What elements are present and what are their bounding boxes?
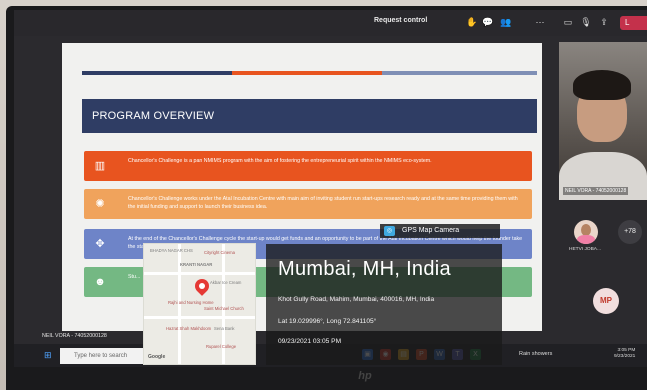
camera-icon[interactable]: ▭ bbox=[562, 16, 574, 28]
slide-stripe-navy bbox=[82, 71, 232, 75]
request-control-button[interactable]: Request control bbox=[374, 17, 427, 24]
map-road bbox=[144, 316, 255, 319]
map-label: Rajhi and Nursing Home bbox=[168, 300, 214, 305]
gps-datetime: 09/23/2021 03:05 PM bbox=[278, 338, 342, 345]
slide-title: PROGRAM OVERVIEW bbox=[82, 99, 537, 133]
clock-date: 9/23/2021 bbox=[614, 354, 636, 359]
gps-app-name: GPS Map Camera bbox=[402, 227, 460, 234]
participant-avatar-hetvi[interactable] bbox=[574, 220, 598, 244]
photo-backdrop: hp Request control ✋ 💬 👥 ⋯ ▭ 🎙 ⇪ L PROGR… bbox=[0, 0, 647, 390]
participant-name-hetvi: HETVI JOBA... bbox=[569, 247, 601, 252]
lightbulb-icon: ✺ bbox=[95, 198, 105, 210]
slide-row-text: Chancellor's Challenge is a pan NMIMS pr… bbox=[128, 158, 432, 164]
slide-stripe-orange bbox=[232, 71, 382, 75]
mic-icon[interactable]: 🎙 bbox=[580, 16, 592, 28]
gps-camera-logo-icon: ◎ bbox=[384, 226, 395, 236]
map-label: BHADYA NAGAR CHS bbox=[150, 248, 193, 253]
map-label: Akbar Ice Cream bbox=[210, 280, 242, 285]
map-label: Sena Bank bbox=[214, 326, 235, 331]
slide-row-text: Chancellor's Challenge works under the A… bbox=[128, 196, 518, 210]
slide-row-1: ▥ Chancellor's Challenge is a pan NMIMS … bbox=[84, 151, 532, 181]
map-label: Hazrat Shah Makhdoom bbox=[166, 326, 212, 331]
slide-stripe-blue bbox=[382, 71, 537, 75]
taskbar-weather[interactable]: Rain showers bbox=[519, 351, 552, 357]
self-video-tile[interactable] bbox=[559, 42, 647, 200]
gps-city: Mumbai, MH, India bbox=[278, 258, 451, 280]
map-label: KRANTI NAGAR bbox=[180, 262, 213, 267]
map-credit: Google bbox=[148, 354, 166, 360]
leave-label: L bbox=[625, 18, 630, 27]
map-road bbox=[144, 272, 255, 275]
participants-icon[interactable]: 👥 bbox=[500, 16, 512, 28]
meeting-top-bar: Request control ✋ 💬 👥 ⋯ ▭ 🎙 ⇪ L bbox=[14, 10, 647, 36]
presenter-name-label: NEIL VORA - 74052000128 bbox=[42, 333, 107, 339]
bar-chart-icon: ▥ bbox=[94, 160, 106, 172]
gps-app-header: ◎ GPS Map Camera bbox=[380, 224, 500, 238]
raise-hand-icon[interactable]: ✋ bbox=[466, 16, 478, 28]
slide-row-2: ✺ Chancellor's Challenge works under the… bbox=[84, 189, 532, 219]
map-label: Saint Michael Church bbox=[204, 306, 244, 311]
leave-button[interactable]: L bbox=[620, 16, 647, 30]
avatar-shirt bbox=[577, 235, 595, 244]
map-label: Ruparel College bbox=[206, 344, 237, 349]
people-icon: ☻ bbox=[94, 276, 106, 288]
windows-start-icon[interactable]: ⊞ bbox=[44, 350, 52, 361]
slide-row-text: Stu... bbox=[128, 274, 141, 280]
more-options-icon[interactable]: ⋯ bbox=[534, 16, 546, 28]
handshake-icon: ✥ bbox=[95, 238, 105, 250]
participant-avatar-mp[interactable]: MP bbox=[593, 288, 619, 314]
self-video-name: NEIL VORA - 74052000128 bbox=[563, 187, 629, 195]
location-pin-dot bbox=[199, 283, 205, 289]
hp-logo-icon: hp bbox=[358, 370, 372, 382]
gps-address: Khot Gully Road, Mahim, Mumbai, 400016, … bbox=[278, 296, 435, 303]
map-label: Cityright Cinema bbox=[204, 250, 235, 255]
taskbar-clock[interactable]: 3:05 PM 9/23/2021 bbox=[614, 348, 635, 360]
more-participants-badge[interactable]: +78 bbox=[618, 220, 642, 244]
person-hair bbox=[573, 70, 631, 100]
gps-location-map: BHADYA NAGAR CHS KRANTI NAGAR Cityright … bbox=[143, 243, 256, 365]
gps-coordinates: Lat 19.029996°, Long 72.841105° bbox=[278, 318, 377, 325]
gps-info-panel: Mumbai, MH, India Khot Gully Road, Mahim… bbox=[266, 244, 502, 365]
share-icon[interactable]: ⇪ bbox=[598, 16, 610, 28]
chat-icon[interactable]: 💬 bbox=[482, 16, 494, 28]
